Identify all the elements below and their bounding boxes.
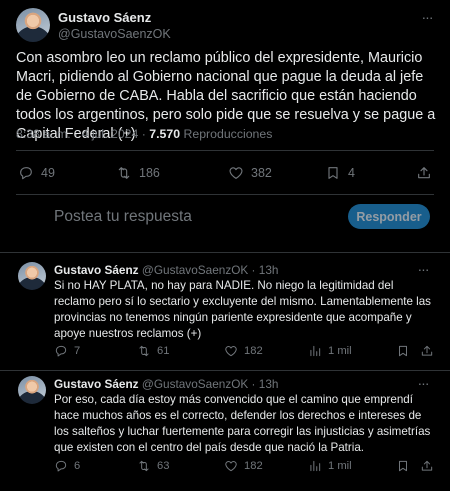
bookmark-icon — [399, 460, 407, 472]
reply-input[interactable]: Postea tu respuesta — [54, 208, 192, 226]
author-handle[interactable]: @GustavoSaenzOK — [142, 377, 248, 391]
reply-action[interactable]: 6 — [54, 457, 80, 475]
share-icon — [418, 167, 430, 179]
share-action[interactable] — [420, 457, 434, 475]
reply-time[interactable]: · 13h — [252, 263, 279, 277]
author-name[interactable]: Gustavo Sáenz — [58, 10, 151, 25]
tweet-header: Gustavo Sáenz @GustavoSaenzOK ··· — [16, 6, 434, 46]
reply-icon — [20, 167, 32, 180]
avatar[interactable] — [18, 376, 46, 404]
tweet-time[interactable]: 8:38 a. m. · 4 jul. 2024 · — [16, 127, 149, 141]
tweet-actions: 49 186 382 4 — [18, 162, 432, 184]
reply-count: 49 — [41, 166, 55, 180]
analytics-icon — [310, 460, 321, 472]
repost-icon — [118, 167, 130, 179]
bookmark-icon — [399, 345, 407, 357]
views-action[interactable]: 1 mil — [308, 457, 352, 475]
divider — [16, 150, 434, 151]
reply-composer: Postea tu respuesta Responder — [0, 196, 450, 252]
more-options-icon[interactable]: ··· — [420, 10, 434, 26]
views-count: 1 mil — [328, 460, 352, 472]
reply-action[interactable]: 49 — [18, 162, 55, 184]
more-options-icon[interactable]: ··· — [416, 262, 430, 278]
repost-action[interactable]: 61 — [137, 342, 169, 360]
reply-text: Si no HAY PLATA, no hay para NADIE. No n… — [54, 279, 431, 340]
share-action[interactable] — [416, 162, 432, 184]
like-count: 182 — [244, 460, 263, 472]
reply-icon — [55, 345, 67, 357]
reply-button[interactable]: Responder — [348, 204, 430, 229]
author-name[interactable]: Gustavo Sáenz — [54, 377, 139, 391]
views-count: 1 mil — [328, 345, 352, 357]
like-action[interactable]: 382 — [228, 162, 272, 184]
reply-time[interactable]: · 13h — [252, 377, 279, 391]
views-count: 7.570 — [149, 127, 181, 141]
repost-count: 61 — [157, 345, 170, 357]
tweet-meta: 8:38 a. m. · 4 jul. 2024 · 7.570 Reprodu… — [16, 127, 272, 141]
heart-icon — [225, 461, 237, 472]
repost-action[interactable]: 63 — [137, 457, 169, 475]
divider — [0, 252, 450, 253]
reply-header: Gustavo Sáenz @GustavoSaenzOK · 13h — [54, 263, 278, 277]
like-action[interactable]: 182 — [224, 342, 263, 360]
author-handle[interactable]: @GustavoSaenzOK — [142, 263, 248, 277]
repost-count: 186 — [139, 166, 160, 180]
share-icon — [421, 345, 433, 356]
share-icon — [421, 460, 433, 471]
author-handle[interactable]: @GustavoSaenzOK — [58, 27, 171, 41]
repost-action[interactable]: 186 — [116, 162, 160, 184]
reply-text: Por eso, cada día estoy más convencido q… — [54, 393, 431, 454]
repost-count: 63 — [157, 460, 170, 472]
bookmark-action[interactable] — [396, 342, 410, 360]
like-count: 382 — [251, 166, 272, 180]
reply-actions: 6 63 182 1 mil — [54, 457, 434, 475]
reply-header: Gustavo Sáenz @GustavoSaenzOK · 13h — [54, 377, 278, 391]
avatar[interactable] — [18, 262, 46, 290]
heart-icon — [225, 346, 237, 357]
bookmark-action[interactable] — [396, 457, 410, 475]
bookmark-count: 4 — [348, 166, 355, 180]
views-label: Reproducciones — [180, 127, 273, 141]
reply-actions: 7 61 182 1 mil — [54, 342, 434, 360]
share-action[interactable] — [420, 342, 434, 360]
reply-count: 7 — [74, 345, 81, 357]
views-action[interactable]: 1 mil — [308, 342, 352, 360]
bookmark-action[interactable]: 4 — [325, 162, 355, 184]
heart-icon — [229, 167, 243, 179]
repost-icon — [139, 460, 149, 472]
avatar[interactable] — [16, 8, 50, 42]
like-count: 182 — [244, 345, 263, 357]
like-action[interactable]: 182 — [224, 457, 263, 475]
more-options-icon[interactable]: ··· — [416, 376, 430, 392]
author-name[interactable]: Gustavo Sáenz — [54, 263, 139, 277]
reply-count: 6 — [74, 460, 81, 472]
divider — [0, 370, 450, 371]
reply-icon — [55, 460, 67, 472]
reply-action[interactable]: 7 — [54, 342, 80, 360]
bookmark-icon — [328, 167, 338, 179]
divider — [16, 194, 434, 195]
analytics-icon — [310, 345, 321, 357]
repost-icon — [139, 345, 149, 357]
